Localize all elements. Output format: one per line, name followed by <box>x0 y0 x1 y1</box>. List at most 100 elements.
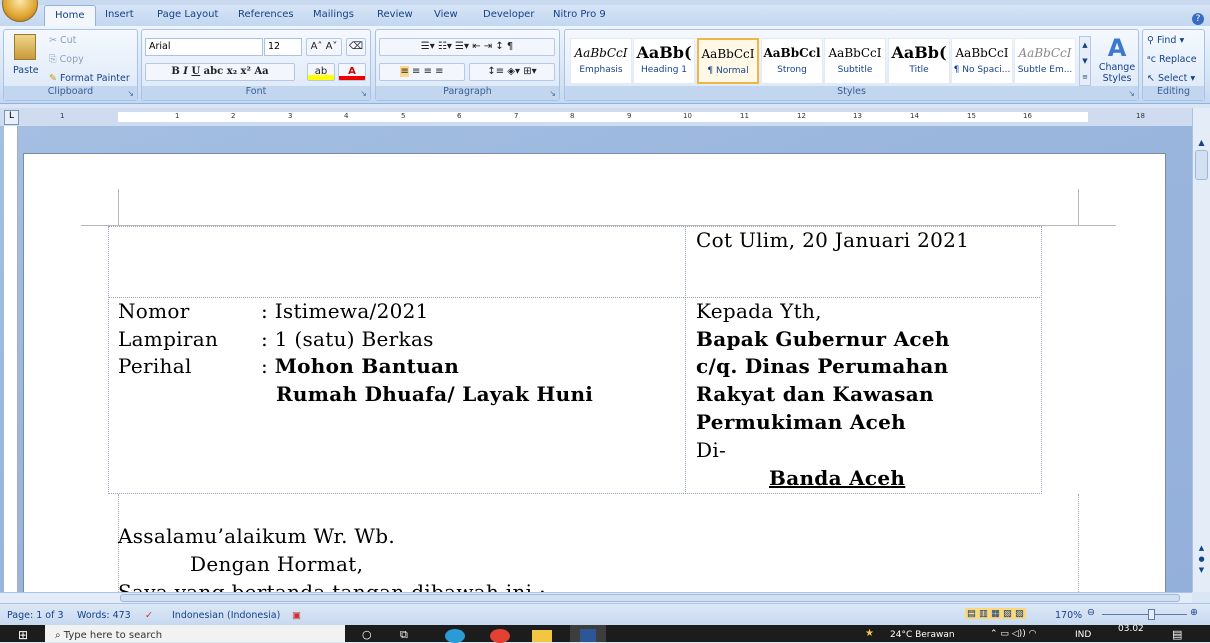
tab-review[interactable]: Review <box>377 9 413 20</box>
weather-icon: ★ <box>865 628 874 639</box>
replace-icon: ᵃc <box>1147 54 1159 65</box>
ruler-number: 11 <box>740 112 749 120</box>
ruler-number: 4 <box>344 112 349 120</box>
zoom-level[interactable]: 170% <box>1055 610 1082 621</box>
font-color-button[interactable]: A <box>338 63 366 81</box>
styles-label: Styles <box>565 86 1138 100</box>
editing-group: ⚲ Find ▾ ᵃc Replace ↖ Select ▾ Editing <box>1142 29 1205 101</box>
find-button[interactable]: ⚲ Find ▾ <box>1147 35 1184 46</box>
tab-references[interactable]: References <box>238 9 294 20</box>
change-styles-button[interactable]: A Change Styles <box>1097 34 1137 84</box>
recipient-line: Rakyat dan Kawasan <box>696 382 934 406</box>
lampiran-value: : 1 (satu) Berkas <box>261 327 434 351</box>
font-label: Font <box>142 86 370 100</box>
view-buttons[interactable]: ▤ ▥ ▦ ▧ ▨ <box>965 608 1026 619</box>
ruler-number: 2 <box>231 112 236 120</box>
macro-icon[interactable]: ▣ <box>292 610 301 621</box>
weather-text[interactable]: 24°C Berawan <box>890 630 955 640</box>
page-count[interactable]: Page: 1 of 3 <box>7 610 64 621</box>
ribbon: Paste ✂ Cut ⎘ Copy ✎ Format Painter Clip… <box>0 26 1210 104</box>
clipboard-launcher-icon[interactable]: ↘ <box>127 89 134 98</box>
search-icon: ⌕ <box>55 630 64 641</box>
tab-insert[interactable]: Insert <box>105 9 134 20</box>
grow-shrink-font-button[interactable]: A˄ A˅ <box>306 38 342 56</box>
ruler-number: 12 <box>797 112 806 120</box>
font-name-select[interactable]: Arial <box>145 38 263 56</box>
font-format-buttons[interactable]: B I U abc x₂ x² Aa <box>145 63 295 81</box>
notification-icon[interactable]: ▤ <box>1172 628 1182 641</box>
edge-icon[interactable] <box>445 629 465 643</box>
zoom-in-icon[interactable]: ⊕ <box>1190 607 1198 618</box>
highlight-button[interactable]: ab <box>307 63 335 81</box>
tab-view[interactable]: View <box>434 9 458 20</box>
styles-scroll[interactable]: ▲ ▼ ≡ <box>1079 36 1091 86</box>
scroll-up-icon[interactable]: ▲ <box>1195 138 1208 148</box>
recipient-line: Permukiman Aceh <box>696 410 907 434</box>
paragraph-launcher-icon[interactable]: ↘ <box>549 89 556 98</box>
greeting: Assalamu’alaikum Wr. Wb. <box>118 524 396 548</box>
input-language[interactable]: IND <box>1075 630 1091 640</box>
style-no-spacing[interactable]: AaBbCcI ¶ No Spaci... <box>951 38 1013 84</box>
style-title[interactable]: AaBb(Title <box>888 38 950 84</box>
ruler-number: 8 <box>570 112 575 120</box>
clipboard-label: Clipboard <box>4 86 137 100</box>
clock[interactable]: 03.02 <box>1118 624 1144 634</box>
style-emphasis[interactable]: AaBbCcI Emphasis <box>570 38 632 84</box>
style-heading-1[interactable]: AaBb(Heading 1 <box>633 38 695 84</box>
change-styles-icon: A <box>1107 34 1127 62</box>
scroll-thumb[interactable] <box>1195 150 1208 180</box>
style-strong[interactable]: AaBbCcl Strong <box>761 38 823 84</box>
list-buttons[interactable]: ☰▾ ☷▾ ☰▾ ⇤ ⇥ ↕ ¶ <box>379 38 555 56</box>
paragraph-group: ☰▾ ☷▾ ☰▾ ⇤ ⇥ ↕ ¶ ≡ ≡ ≡ ≡ ↕≡ ◈▾ ⊞▾ Paragr… <box>375 29 560 101</box>
styles-launcher-icon[interactable]: ↘ <box>1128 89 1135 98</box>
font-launcher-icon[interactable]: ↘ <box>360 89 367 98</box>
language[interactable]: Indonesian (Indonesia) <box>172 610 280 621</box>
salutation: Dengan Hormat, <box>190 552 364 576</box>
tab-home[interactable]: Home <box>44 5 96 27</box>
browse-buttons[interactable]: ▲ ● ▼ <box>1195 543 1208 576</box>
tab-page-layout[interactable]: Page Layout <box>157 9 218 20</box>
binoculars-icon: ⚲ <box>1147 35 1157 46</box>
vertical-ruler[interactable] <box>4 126 18 592</box>
clear-format-button[interactable]: ⌫ <box>346 38 366 56</box>
taskbar-search[interactable]: ⌕ Type here to search <box>45 625 345 642</box>
tab-developer[interactable]: Developer <box>483 9 534 20</box>
chrome-icon[interactable] <box>490 629 510 643</box>
format-painter-button[interactable]: ✎ Format Painter <box>49 73 130 84</box>
word-count[interactable]: Words: 473 <box>77 610 131 621</box>
paste-button[interactable]: Paste <box>13 65 39 76</box>
style-subtle-emphasis[interactable]: AaBbCcI Subtle Em... <box>1014 38 1076 84</box>
alignment-buttons[interactable]: ≡ ≡ ≡ ≡ <box>379 63 465 81</box>
system-tray-icons[interactable]: ⌃ ▭ ◁)) ◠ <box>990 629 1036 639</box>
zoom-out-icon[interactable]: ⊖ <box>1087 607 1095 618</box>
font-size-select[interactable]: 12 <box>264 38 302 56</box>
perihal-value: : Mohon Bantuan <box>261 354 460 378</box>
word-taskbar-icon[interactable] <box>570 625 606 642</box>
task-view-icon[interactable]: ⧉ <box>400 628 408 642</box>
spacing-shading-buttons[interactable]: ↕≡ ◈▾ ⊞▾ <box>469 63 555 81</box>
select-button[interactable]: ↖ Select ▾ <box>1147 73 1195 84</box>
crop-mark <box>1078 189 1079 226</box>
vertical-scrollbar[interactable]: ▲ ▲ ● ▼ <box>1192 108 1210 592</box>
horizontal-scroll-thumb[interactable] <box>120 594 1180 602</box>
zoom-slider-thumb[interactable] <box>1148 609 1155 620</box>
font-group: Arial 12 A˄ A˅ ⌫ B I U abc x₂ x² Aa ab A… <box>141 29 371 101</box>
tab-nitro[interactable]: Nitro Pro 9 <box>553 9 606 20</box>
crop-mark <box>118 189 119 226</box>
copy-button[interactable]: ⎘ Copy <box>49 54 84 65</box>
style-normal[interactable]: AaBbCcI ¶ Normal <box>697 38 759 84</box>
document-page[interactable]: Cot Ulim, 20 Januari 2021 Nomor : Istime… <box>23 153 1166 604</box>
style-subtitle[interactable]: AaBbCcI Subtitle <box>824 38 886 84</box>
ruler-number: 1 <box>60 112 65 120</box>
cut-button[interactable]: ✂ Cut <box>49 35 76 46</box>
cortana-icon[interactable]: ○ <box>362 628 372 641</box>
proofing-icon[interactable]: ✓ <box>145 610 153 621</box>
ruler-number: 16 <box>1023 112 1032 120</box>
ruler-number: 9 <box>627 112 632 120</box>
windows-start-icon[interactable]: ⊞ <box>18 628 28 642</box>
file-explorer-icon[interactable] <box>532 630 552 642</box>
zoom-slider[interactable] <box>1102 614 1187 615</box>
tab-mailings[interactable]: Mailings <box>313 9 354 20</box>
replace-button[interactable]: ᵃc Replace <box>1147 54 1197 65</box>
help-icon[interactable]: ? <box>1192 13 1204 25</box>
